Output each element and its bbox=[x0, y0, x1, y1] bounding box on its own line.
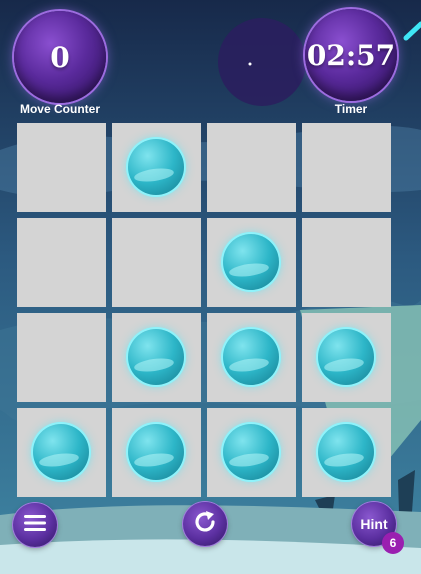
ball-piece[interactable] bbox=[128, 424, 184, 480]
move-counter-label: Move Counter bbox=[19, 102, 100, 116]
grid-cell[interactable] bbox=[207, 123, 296, 212]
grid-cell[interactable] bbox=[302, 313, 391, 402]
grid-cell[interactable] bbox=[207, 313, 296, 402]
move-counter-value: 0 bbox=[50, 40, 70, 74]
grid-cell[interactable] bbox=[207, 408, 296, 497]
grid-cell[interactable] bbox=[17, 408, 106, 497]
hint-count-badge: 6 bbox=[382, 532, 404, 554]
grid-cell[interactable] bbox=[302, 408, 391, 497]
move-counter-orb: 0 bbox=[14, 11, 106, 103]
grid-cell[interactable] bbox=[17, 218, 106, 307]
grid-cell[interactable] bbox=[302, 218, 391, 307]
hamburger-menu-icon bbox=[24, 514, 46, 537]
hint-label: Hint bbox=[360, 516, 388, 532]
grid-cell[interactable] bbox=[17, 123, 106, 212]
restart-icon bbox=[192, 509, 218, 540]
ball-piece[interactable] bbox=[128, 139, 184, 195]
grid-cell[interactable] bbox=[112, 218, 201, 307]
ball-piece[interactable] bbox=[318, 424, 374, 480]
ball-piece[interactable] bbox=[318, 329, 374, 385]
grid-cell[interactable] bbox=[112, 123, 201, 212]
ball-piece[interactable] bbox=[128, 329, 184, 385]
menu-button[interactable] bbox=[13, 503, 57, 547]
timer-orb: 02:57 bbox=[305, 9, 397, 101]
timer-value: 02:57 bbox=[306, 38, 396, 72]
grid-cell[interactable] bbox=[112, 313, 201, 402]
timer-label: Timer bbox=[334, 102, 368, 116]
game-board bbox=[17, 123, 393, 498]
grid-cell[interactable] bbox=[17, 313, 106, 402]
grid-cell[interactable] bbox=[302, 123, 391, 212]
restart-button[interactable] bbox=[183, 502, 227, 546]
ball-piece[interactable] bbox=[223, 234, 279, 290]
ball-piece[interactable] bbox=[33, 424, 89, 480]
grid-cell[interactable] bbox=[112, 408, 201, 497]
grid-cell[interactable] bbox=[207, 218, 296, 307]
ball-piece[interactable] bbox=[223, 329, 279, 385]
ball-piece[interactable] bbox=[223, 424, 279, 480]
